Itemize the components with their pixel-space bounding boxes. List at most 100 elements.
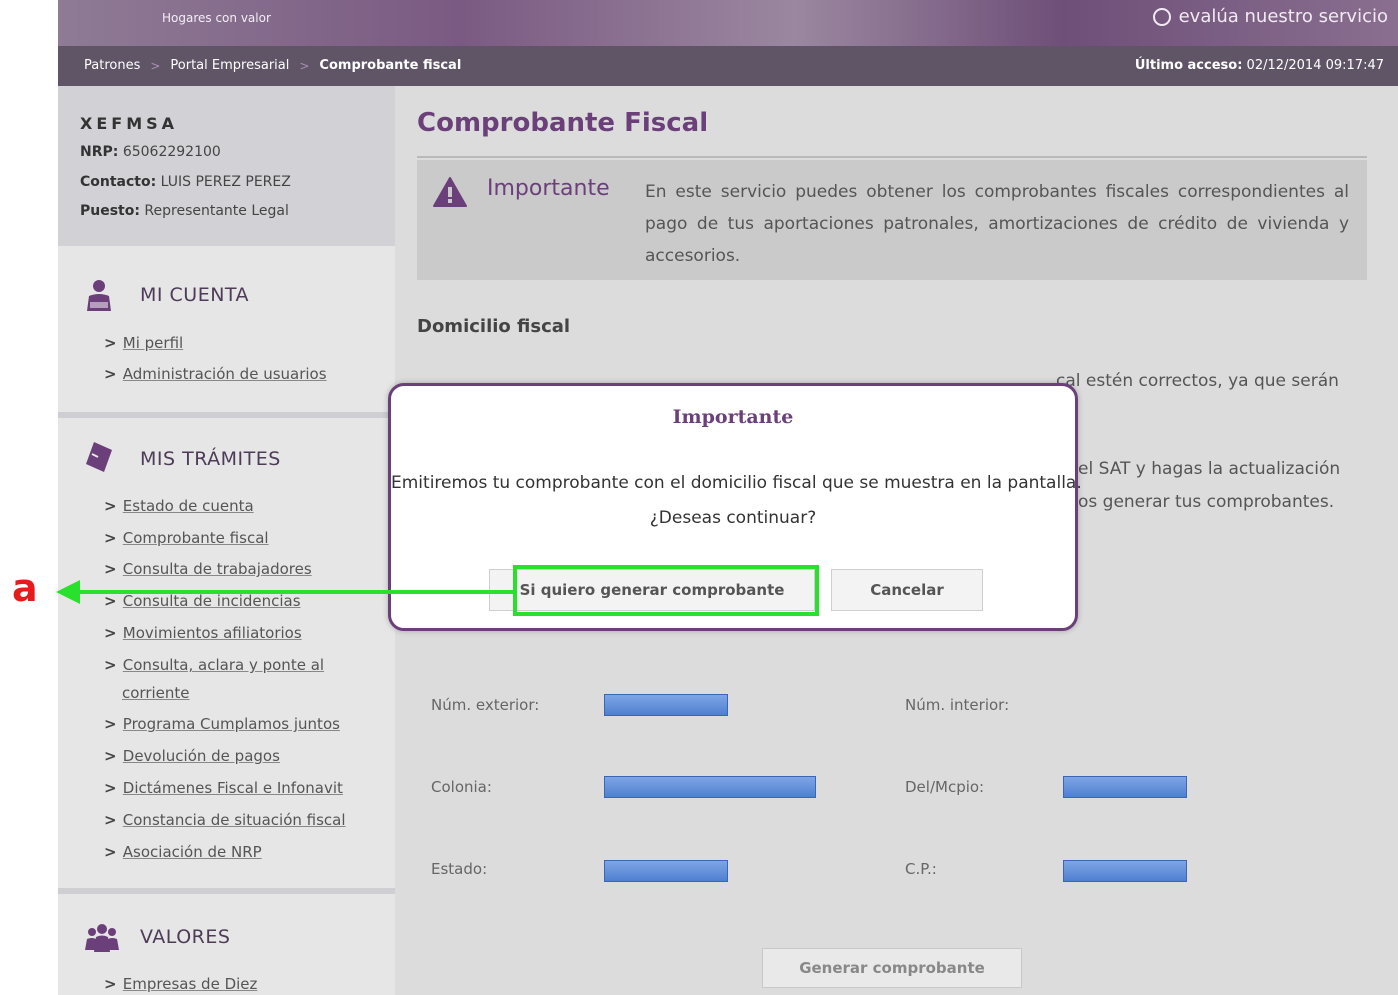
sidebar-item-label: Empresas de Diez — [122, 975, 258, 993]
chevron-right-icon: > — [104, 624, 117, 642]
sidebar-item-asociacion-nrp[interactable]: > Asociación de NRP — [104, 843, 262, 861]
chevron-right-icon: > — [104, 497, 117, 515]
document-icon — [86, 442, 112, 472]
section-title-mi-cuenta: MI CUENTA — [140, 284, 250, 306]
sidebar-item-label: Estado de cuenta — [122, 497, 254, 515]
chevron-right-icon: > — [104, 529, 117, 547]
notice-heading: Importante — [487, 176, 610, 201]
warning-icon — [433, 177, 467, 207]
value-num-exterior — [604, 694, 728, 716]
value-estado — [604, 860, 728, 882]
sidebar-item-label: Dictámenes Fiscal e Infonavit — [122, 779, 343, 797]
label-num-exterior: Núm. exterior: — [431, 696, 540, 714]
sidebar-item-label: Asociación de NRP — [122, 843, 262, 861]
label-del-mcpio: Del/Mcpio: — [905, 778, 985, 796]
value-cp — [1063, 860, 1187, 882]
sidebar-item-mi-perfil[interactable]: > Mi perfil — [104, 334, 183, 352]
chevron-right-icon: > — [104, 779, 117, 797]
domicilio-heading: Domicilio fiscal — [417, 316, 571, 337]
sidebar-item-comprobante-fiscal[interactable]: > Comprobante fiscal — [104, 529, 269, 547]
chevron-right-icon: > — [104, 365, 117, 383]
breadcrumb: Patrones > Portal Empresarial > Comproba… — [84, 58, 461, 73]
last-access-value: 02/12/2014 09:17:47 — [1246, 58, 1384, 73]
label-colonia: Colonia: — [431, 778, 492, 796]
dialog-question: ¿Deseas continuar? — [649, 508, 817, 528]
sidebar-divider — [58, 888, 395, 894]
sidebar-item-label: Consulta, aclara y ponte al — [122, 656, 325, 674]
account-code: XEFMSA — [80, 114, 179, 133]
breadcrumb-bar: Patrones > Portal Empresarial > Comproba… — [58, 46, 1398, 86]
label-estado: Estado: — [431, 860, 488, 878]
nrp-label: NRP: — [80, 144, 119, 160]
highlight-box — [513, 565, 819, 616]
sidebar-item-empresas-diez[interactable]: > Empresas de Diez — [104, 975, 257, 993]
sidebar-divider — [58, 412, 395, 418]
annotation-arrow-line — [76, 590, 513, 594]
label-num-interior: Núm. interior: — [905, 696, 1010, 714]
notice-text: En este servicio puedes obtener los comp… — [645, 182, 1349, 266]
role-label: Puesto: — [80, 203, 140, 219]
sidebar-item-admin-usuarios[interactable]: > Administración de usuarios — [104, 365, 327, 383]
chevron-right-icon: > — [104, 334, 117, 352]
sidebar-item-label: Administración de usuarios — [122, 365, 327, 383]
role-value: Representante Legal — [144, 203, 289, 219]
info-paragraph-2-line1: el SAT y hagas la actualización — [1078, 459, 1341, 479]
sidebar-item-estado-cuenta[interactable]: > Estado de cuenta — [104, 497, 254, 515]
sidebar-item-cumplamos-juntos[interactable]: > Programa Cumplamos juntos — [104, 715, 340, 733]
last-access: Último acceso: 02/12/2014 09:17:47 — [1135, 58, 1384, 73]
sidebar-item-devolucion-pagos[interactable]: > Devolución de pagos — [104, 747, 280, 765]
info-paragraph-1: cal estén correctos, ya que serán — [1056, 371, 1339, 391]
label-cp: C.P.: — [905, 860, 937, 878]
generate-receipt-button[interactable]: Generar comprobante — [762, 948, 1022, 988]
contact-label: Contacto: — [80, 174, 157, 190]
cancel-button[interactable]: Cancelar — [831, 569, 983, 611]
breadcrumb-item-portal[interactable]: Portal Empresarial — [170, 58, 289, 73]
account-info: XEFMSA NRP: 65062292100 Contacto: LUIS P… — [58, 86, 395, 246]
chevron-right-icon: > — [104, 747, 117, 765]
feedback-link[interactable]: evalúa nuestro servicio — [1152, 6, 1388, 27]
sidebar-item-label: Consulta de trabajadores — [122, 560, 312, 578]
account-contact: Contacto: LUIS PEREZ PEREZ — [80, 174, 291, 190]
value-colonia — [604, 776, 816, 798]
chevron-right-icon: > — [104, 811, 117, 829]
sidebar-item-consulta-incidencias[interactable]: > Consulta de incidencias — [104, 592, 301, 610]
page-title: Comprobante Fiscal — [417, 108, 709, 138]
chevron-right-icon: > — [104, 715, 117, 733]
feedback-label: evalúa nuestro servicio — [1178, 6, 1388, 27]
nrp-value: 65062292100 — [122, 144, 221, 160]
sidebar-item-label: Programa Cumplamos juntos — [122, 715, 340, 733]
chevron-right-icon: > — [104, 843, 117, 861]
sidebar-item-label: corriente — [122, 684, 190, 702]
sidebar-item-consulta-aclara-cont[interactable]: corriente — [122, 684, 190, 702]
breadcrumb-item-patrones[interactable]: Patrones — [84, 58, 140, 73]
portal-page: Hogares con valor evalúa nuestro servici… — [58, 0, 1398, 995]
last-access-label: Último acceso: — [1134, 58, 1243, 73]
dialog-title: Importante — [672, 406, 794, 428]
sidebar-item-consulta-aclara[interactable]: > Consulta, aclara y ponte al — [104, 656, 324, 674]
header-banner: Hogares con valor evalúa nuestro servici… — [58, 0, 1398, 46]
sidebar-item-dictamenes[interactable]: > Dictámenes Fiscal e Infonavit — [104, 779, 343, 797]
contact-value: LUIS PEREZ PEREZ — [160, 174, 291, 190]
section-title-valores: VALORES — [140, 926, 231, 948]
sidebar-item-label: Devolución de pagos — [122, 747, 280, 765]
user-icon — [87, 280, 111, 311]
breadcrumb-separator-icon: > — [150, 58, 161, 73]
chevron-right-icon: > — [104, 975, 117, 993]
sidebar-item-label: Constancia de situación fiscal — [122, 811, 346, 829]
account-nrp: NRP: 65062292100 — [80, 144, 221, 160]
account-role: Puesto: Representante Legal — [80, 203, 289, 219]
breadcrumb-item-current: Comprobante fiscal — [319, 58, 462, 73]
sidebar-item-consulta-trabajadores[interactable]: > Consulta de trabajadores — [104, 560, 312, 578]
breadcrumb-separator-icon: > — [299, 58, 310, 73]
sidebar-item-label: Comprobante fiscal — [122, 529, 269, 547]
dialog-message: Emitiremos tu comprobante con el domicil… — [391, 473, 1082, 493]
info-paragraph-2-line2: os generar tus comprobantes. — [1078, 492, 1335, 512]
value-del-mcpio — [1063, 776, 1187, 798]
sidebar-item-constancia[interactable]: > Constancia de situación fiscal — [104, 811, 346, 829]
chevron-right-icon: > — [104, 592, 117, 610]
annotation-arrow-head-icon — [56, 580, 80, 604]
title-rule — [417, 156, 1367, 158]
feedback-icon — [1152, 7, 1171, 26]
sidebar-item-movimientos[interactable]: > Movimientos afiliatorios — [104, 624, 302, 642]
sidebar-item-label: Mi perfil — [122, 334, 184, 352]
